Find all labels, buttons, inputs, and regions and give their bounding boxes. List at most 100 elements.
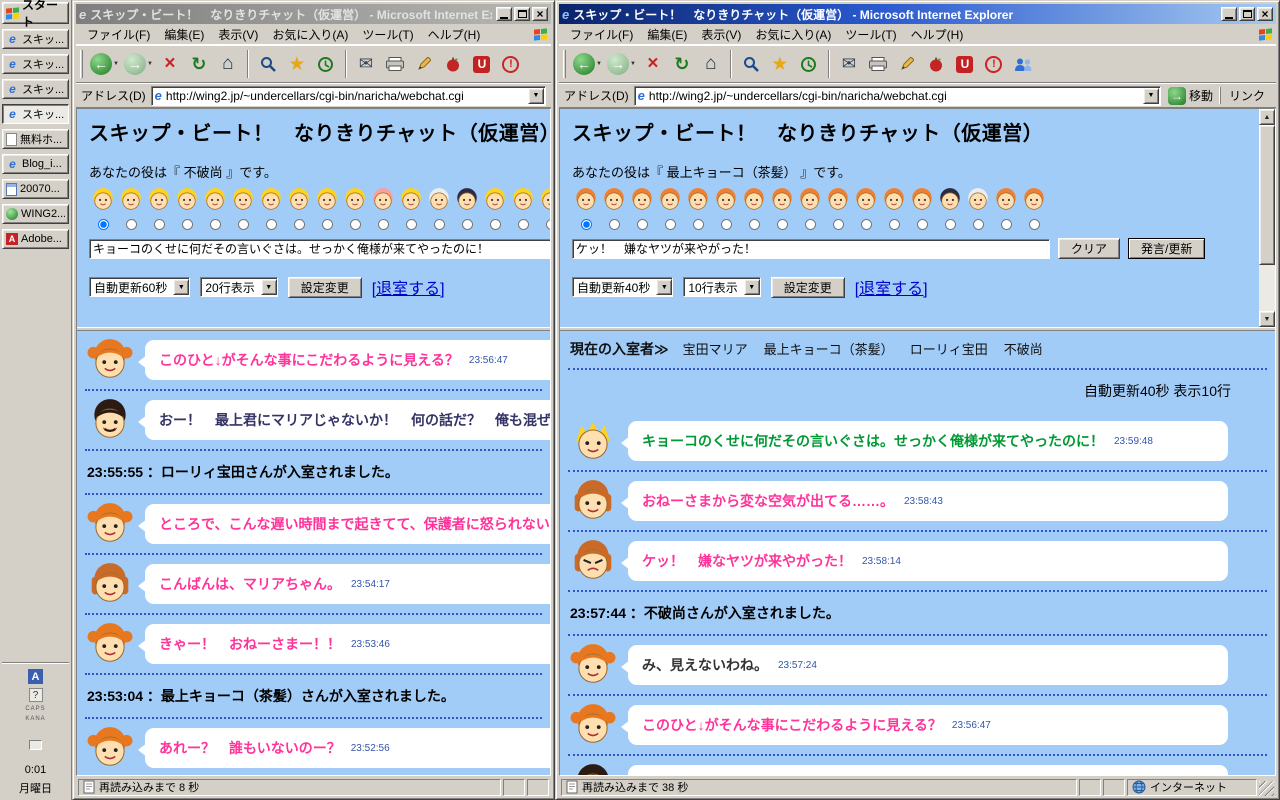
ublock-button[interactable]: U [951,48,979,80]
menu-edit[interactable]: 編集(E) [640,24,694,45]
address-field[interactable]: e http://wing2.jp/~undercellars/cgi-bin/… [150,85,546,106]
face-radio[interactable] [489,219,501,230]
address-field[interactable]: e http://wing2.jp/~undercellars/cgi-bin/… [633,85,1161,106]
face-radio[interactable] [237,219,249,230]
title-bar[interactable]: e スキップ・ビート！ なりきりチャット（仮運営） - Microsoft In… [76,4,551,24]
go-button[interactable]: → 移動 [1166,86,1215,105]
print-button[interactable] [381,48,409,80]
face-radio[interactable] [608,219,620,230]
scroll-up-icon[interactable]: ▲ [1259,109,1275,125]
start-button[interactable]: スタート [2,0,69,29]
mail-button[interactable]: ✉ [835,48,863,80]
taskbar-button[interactable]: e スキッ... [2,54,69,74]
menu-favorites[interactable]: お気に入り(A) [748,24,838,45]
face-radio[interactable] [832,219,844,230]
forward-button[interactable]: → ▼ [122,48,155,80]
face-radio[interactable] [888,219,900,230]
close-button[interactable]: × [1257,7,1273,21]
face-radio[interactable] [664,219,676,230]
taskbar-button[interactable]: e スキッ... [2,79,69,99]
face-radio[interactable] [916,219,928,230]
face-radio[interactable] [377,219,389,230]
face-radio[interactable] [545,219,550,230]
menu-tools[interactable]: ツール(T) [838,24,903,45]
alert-button[interactable]: ! [497,48,525,80]
taskbar-button[interactable]: e スキッ... [2,29,69,49]
menu-help[interactable]: ヘルプ(H) [421,24,488,45]
history-button[interactable] [312,48,340,80]
refresh-button[interactable]: ↻ [185,48,213,80]
ublock-button[interactable]: U [468,48,496,80]
face-radio[interactable] [293,219,305,230]
face-radio[interactable] [153,219,165,230]
mail-button[interactable]: ✉ [352,48,380,80]
face-radio[interactable] [720,219,732,230]
history-button[interactable] [795,48,823,80]
face-radio[interactable] [461,219,473,230]
back-button[interactable]: ← ▼ [571,48,604,80]
chevron-down-icon[interactable]: ▼ [743,279,760,295]
message-input[interactable] [89,238,550,259]
face-radio[interactable] [349,219,361,230]
ime-help-icon[interactable]: ? [28,688,43,702]
face-radio[interactable] [748,219,760,230]
favorites-button[interactable]: ★ [283,48,311,80]
clear-button[interactable]: クリア [1058,238,1121,259]
taskbar-button[interactable]: A Adobe... [2,229,69,249]
face-radio[interactable] [405,219,417,230]
home-button[interactable]: ⌂ [214,48,242,80]
face-radio[interactable] [265,219,277,230]
edit-button[interactable] [410,48,438,80]
toolbar-grip[interactable] [80,50,83,78]
title-bar[interactable]: e スキップ・ビート！ なりきりチャット（仮運営） - Microsoft In… [559,4,1276,24]
settings-button[interactable]: 設定変更 [287,276,362,298]
apple-button[interactable] [439,48,467,80]
leave-link[interactable]: [退室する] [855,275,928,299]
apple-button[interactable] [922,48,950,80]
face-radio[interactable] [517,219,529,230]
refresh-interval-select[interactable]: 自動更新60秒 ▼ [89,277,191,297]
address-dropdown-button[interactable]: ▼ [528,87,544,104]
message-input[interactable] [572,238,1050,259]
scroll-down-icon[interactable]: ▼ [1259,311,1275,327]
messenger-button[interactable] [1009,48,1037,80]
menu-edit[interactable]: 編集(E) [157,24,211,45]
chevron-down-icon[interactable]: ▼ [656,279,673,295]
face-radio[interactable] [209,219,221,230]
face-radio[interactable] [125,219,137,230]
face-radio[interactable] [433,219,445,230]
minimize-button[interactable] [496,7,512,21]
face-radio[interactable] [1028,219,1040,230]
toolbar-grip[interactable] [563,50,566,78]
face-radio[interactable] [692,219,704,230]
alert-button[interactable]: ! [980,48,1008,80]
taskbar-button[interactable]: 20070... [2,179,69,199]
face-radio[interactable] [321,219,333,230]
home-button[interactable]: ⌂ [697,48,725,80]
menu-help[interactable]: ヘルプ(H) [904,24,971,45]
stop-button[interactable]: × [156,48,184,80]
maximize-button[interactable] [514,7,530,21]
post-button[interactable]: 発言/更新 [1128,238,1206,259]
minimize-button[interactable] [1221,7,1237,21]
scrollbar-thumb[interactable] [1259,125,1275,265]
chevron-down-icon[interactable]: ▼ [173,279,190,295]
taskbar-button[interactable]: e Blog_i... [2,154,69,174]
stop-button[interactable]: × [639,48,667,80]
search-button[interactable] [254,48,282,80]
face-radio[interactable] [860,219,872,230]
scrollbar[interactable]: ▲ ▼ [1259,109,1275,327]
resize-grip[interactable] [1259,781,1274,796]
face-radio[interactable] [580,219,592,230]
menu-file[interactable]: ファイル(F) [563,24,640,45]
refresh-button[interactable]: ↻ [668,48,696,80]
face-radio[interactable] [181,219,193,230]
links-label[interactable]: リンク [1219,87,1271,104]
forward-button[interactable]: → ▼ [605,48,638,80]
face-radio[interactable] [636,219,648,230]
menu-view[interactable]: 表示(V) [694,24,748,45]
face-radio[interactable] [1000,219,1012,230]
menu-tools[interactable]: ツール(T) [355,24,420,45]
edit-button[interactable] [893,48,921,80]
taskbar-button[interactable]: e スキッ... [2,104,69,124]
